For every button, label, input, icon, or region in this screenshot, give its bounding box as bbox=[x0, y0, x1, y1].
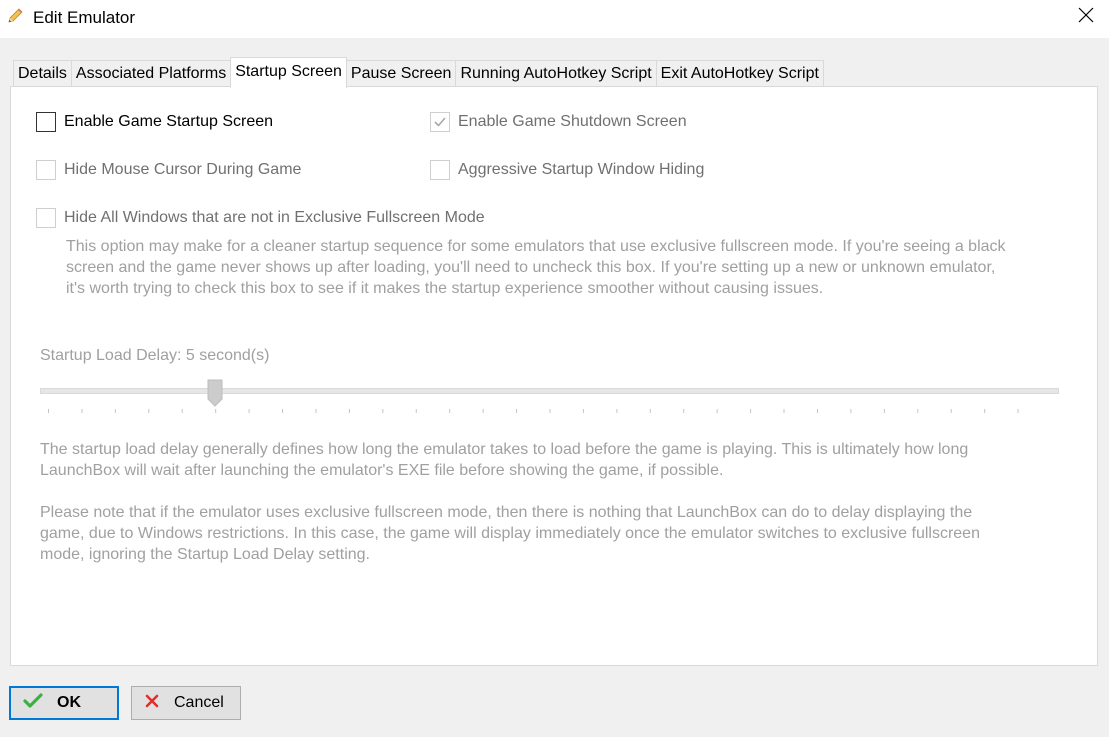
startup-screen-panel: Enable Game Startup Screen Enable Game S… bbox=[10, 86, 1098, 666]
edit-emulator-window: Edit Emulator Details Associated Platfor… bbox=[0, 0, 1109, 737]
enable-shutdown-screen-label: Enable Game Shutdown Screen bbox=[458, 113, 687, 130]
enable-shutdown-screen-option[interactable]: Enable Game Shutdown Screen bbox=[430, 111, 687, 133]
cancel-button[interactable]: Cancel bbox=[131, 686, 241, 720]
hint-line: Please note that if the emulator uses ex… bbox=[40, 504, 973, 521]
aggressive-window-hiding-checkbox[interactable] bbox=[430, 160, 450, 180]
startup-load-delay-track[interactable] bbox=[40, 388, 1059, 394]
hint-line: LaunchBox will wait after launching the … bbox=[40, 462, 724, 479]
hint-line: game, due to Windows restrictions. In th… bbox=[40, 525, 980, 542]
tab-pause-screen[interactable]: Pause Screen bbox=[345, 60, 457, 87]
exclusive-fullscreen-note: Please note that if the emulator uses ex… bbox=[40, 502, 980, 565]
tab-running-autohotkey-script[interactable]: Running AutoHotkey Script bbox=[455, 60, 657, 87]
hint-line: screen and the game never shows up after… bbox=[66, 259, 996, 276]
enable-shutdown-screen-checkbox[interactable] bbox=[430, 112, 450, 132]
hide-all-windows-checkbox[interactable] bbox=[36, 208, 56, 228]
tab-strip: Details Associated Platforms Startup Scr… bbox=[13, 57, 824, 88]
aggressive-window-hiding-label: Aggressive Startup Window Hiding bbox=[458, 161, 705, 178]
x-icon bbox=[144, 693, 160, 714]
aggressive-window-hiding-option[interactable]: Aggressive Startup Window Hiding bbox=[430, 159, 704, 181]
pencil-icon bbox=[6, 7, 24, 25]
hide-all-windows-label: Hide All Windows that are not in Exclusi… bbox=[64, 209, 485, 226]
title-bar: Edit Emulator bbox=[0, 0, 1109, 38]
enable-startup-screen-checkbox[interactable] bbox=[36, 112, 56, 132]
hide-mouse-cursor-option[interactable]: Hide Mouse Cursor During Game bbox=[36, 159, 301, 181]
startup-load-delay-thumb[interactable] bbox=[207, 379, 223, 407]
startup-load-delay-label: Startup Load Delay: 5 second(s) bbox=[40, 347, 270, 364]
hide-mouse-cursor-label: Hide Mouse Cursor During Game bbox=[64, 161, 302, 178]
hint-line: mode, ignoring the Startup Load Delay se… bbox=[40, 546, 370, 563]
tab-details[interactable]: Details bbox=[13, 60, 72, 87]
cancel-label: Cancel bbox=[174, 694, 224, 711]
tab-startup-screen[interactable]: Startup Screen bbox=[230, 57, 347, 88]
enable-startup-screen-label: Enable Game Startup Screen bbox=[64, 113, 274, 130]
ok-button[interactable]: OK bbox=[9, 686, 119, 720]
ok-label: OK bbox=[57, 694, 81, 711]
hide-mouse-cursor-checkbox[interactable] bbox=[36, 160, 56, 180]
window-title: Edit Emulator bbox=[33, 8, 136, 27]
hide-windows-description: This option may make for a cleaner start… bbox=[66, 236, 1006, 299]
enable-startup-screen-option[interactable]: Enable Game Startup Screen bbox=[36, 111, 273, 133]
close-icon bbox=[1078, 7, 1094, 28]
tab-associated-platforms[interactable]: Associated Platforms bbox=[70, 60, 232, 87]
hide-all-windows-option[interactable]: Hide All Windows that are not in Exclusi… bbox=[36, 207, 485, 229]
hint-line: The startup load delay generally defines… bbox=[40, 441, 969, 458]
load-delay-description: The startup load delay generally defines… bbox=[40, 439, 968, 481]
hint-line: it's worth trying to check this box to s… bbox=[66, 280, 824, 297]
close-button[interactable] bbox=[1063, 0, 1109, 34]
checkmark-icon bbox=[434, 117, 446, 127]
hint-line: This option may make for a cleaner start… bbox=[66, 238, 1006, 255]
slider-tick-marks bbox=[48, 409, 1019, 413]
tab-exit-autohotkey-script[interactable]: Exit AutoHotkey Script bbox=[655, 60, 824, 87]
checkmark-icon bbox=[23, 692, 43, 714]
